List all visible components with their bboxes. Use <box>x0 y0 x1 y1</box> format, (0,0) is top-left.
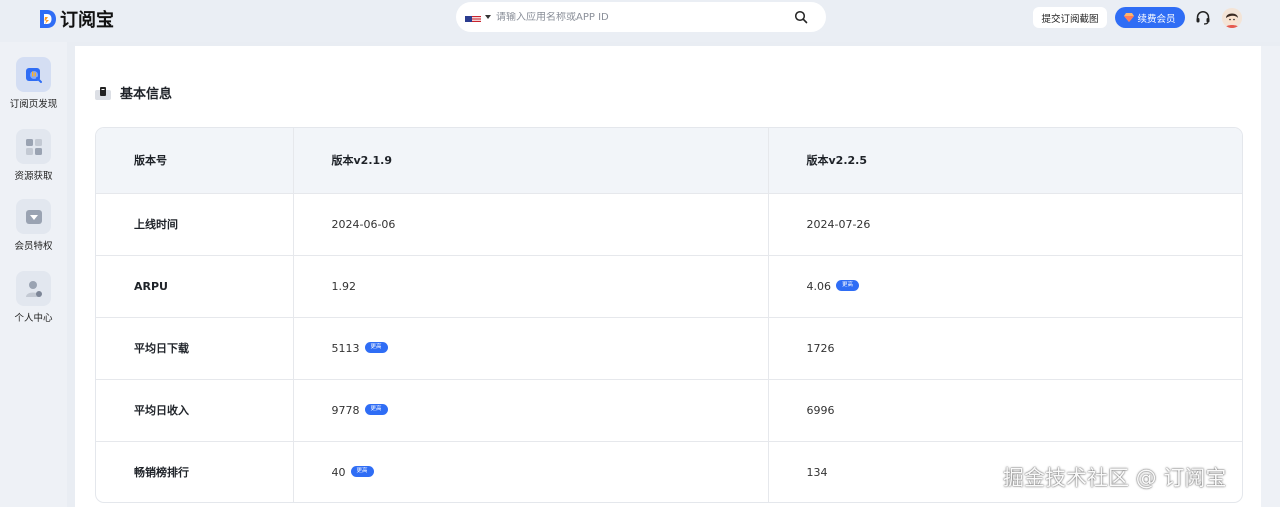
search-bar <box>456 2 826 32</box>
column-header: 版本v2.2.5 <box>768 128 1242 194</box>
section-header: 基本信息 <box>95 83 172 102</box>
chevron-down-icon[interactable] <box>485 15 491 19</box>
table-cell: 2024-07-26 <box>768 193 1242 256</box>
cell-value: 1726 <box>806 341 835 355</box>
table-cell: 2024-06-06 <box>293 193 769 256</box>
sidebar-item-label: 订阅页发现 <box>9 99 58 110</box>
row-label: 畅销榜排行 <box>96 441 294 502</box>
headset-icon[interactable] <box>1195 10 1211 25</box>
top-header: 订阅宝 提交订阅截图 续费会员 <box>0 0 1280 42</box>
resource-icon <box>16 129 51 164</box>
cell-value: 9778 <box>331 403 360 417</box>
cell-value: 1.92 <box>331 279 357 293</box>
main-content: 基本信息 版本号 版本v2.1.9 版本v2.2.5 上线时间 2024-06-… <box>75 46 1261 507</box>
higher-badge: 更高 <box>350 466 374 478</box>
cell-value: 2024-06-06 <box>331 217 396 231</box>
info-card-icon <box>95 86 111 100</box>
logo-icon <box>40 10 56 28</box>
sidebar-item-label: 资源获取 <box>14 171 53 182</box>
table-cell: 1.92 <box>293 255 769 318</box>
sidebar: 订阅页发现 资源获取 会员特权 个人中心 <box>0 42 67 507</box>
logo-text: 订阅宝 <box>60 10 114 31</box>
row-label: 平均日下载 <box>96 317 294 380</box>
table-cell: 1726 <box>768 317 1242 380</box>
table-cell: 6996 <box>768 379 1242 442</box>
search-icon[interactable] <box>794 10 808 24</box>
higher-badge: 更高 <box>364 342 388 353</box>
sidebar-item-resource[interactable]: 资源获取 <box>0 129 67 191</box>
watermark: 掘金技术社区 @ 订阅宝 <box>1003 466 1227 490</box>
submit-screenshot-button[interactable]: 提交订阅截图 <box>1033 7 1107 28</box>
discover-icon <box>16 57 51 92</box>
table-row: 上线时间 2024-06-06 2024-07-26 <box>96 193 1242 256</box>
row-label: 上线时间 <box>96 193 294 256</box>
page-scrollbar[interactable] <box>1261 46 1280 507</box>
us-flag-icon[interactable] <box>465 12 481 23</box>
diamond-icon <box>1124 13 1135 22</box>
sidebar-item-vip-privilege[interactable]: 会员特权 <box>0 199 67 261</box>
section-title: 基本信息 <box>120 87 173 102</box>
sidebar-item-discover[interactable]: 订阅页发现 <box>0 57 67 119</box>
sidebar-item-label: 会员特权 <box>14 241 53 252</box>
row-label: ARPU <box>96 255 294 318</box>
table-cell: 4.06 更高 <box>768 255 1242 318</box>
vip-privilege-icon <box>16 199 51 234</box>
table-header-row: 版本号 版本v2.1.9 版本v2.2.5 <box>96 128 1242 194</box>
higher-badge: 更高 <box>836 280 860 291</box>
column-header: 版本号 <box>96 128 294 194</box>
cell-value: 4.06 <box>806 279 832 293</box>
cell-value: 134 <box>806 465 828 479</box>
app-logo[interactable]: 订阅宝 <box>38 7 114 31</box>
row-label: 平均日收入 <box>96 379 294 442</box>
higher-badge: 更高 <box>364 404 388 415</box>
table-row: 平均日下载 5113 更高 1726 <box>96 317 1242 380</box>
renew-vip-button[interactable]: 续费会员 <box>1115 7 1185 28</box>
column-header: 版本v2.1.9 <box>293 128 769 194</box>
search-input[interactable] <box>496 11 786 23</box>
table-cell: 5113 更高 <box>293 317 769 380</box>
user-avatar[interactable] <box>1222 8 1242 28</box>
cell-value: 2024-07-26 <box>806 217 871 231</box>
table-cell: 40 更高 <box>293 441 769 502</box>
table-row: ARPU 1.92 4.06 更高 <box>96 255 1242 318</box>
table-row: 平均日收入 9778 更高 6996 <box>96 379 1242 442</box>
cell-value: 6996 <box>806 403 835 417</box>
cell-value: 40 <box>331 465 346 479</box>
comparison-table: 版本号 版本v2.1.9 版本v2.2.5 上线时间 2024-06-06 20… <box>95 127 1243 503</box>
renew-vip-label: 续费会员 <box>1137 13 1176 25</box>
user-center-icon <box>16 271 51 306</box>
table-cell: 9778 更高 <box>293 379 769 442</box>
cell-value: 5113 <box>331 341 360 355</box>
avatar-icon <box>1222 8 1242 28</box>
sidebar-item-label: 个人中心 <box>14 313 53 324</box>
sidebar-item-user-center[interactable]: 个人中心 <box>0 271 67 333</box>
